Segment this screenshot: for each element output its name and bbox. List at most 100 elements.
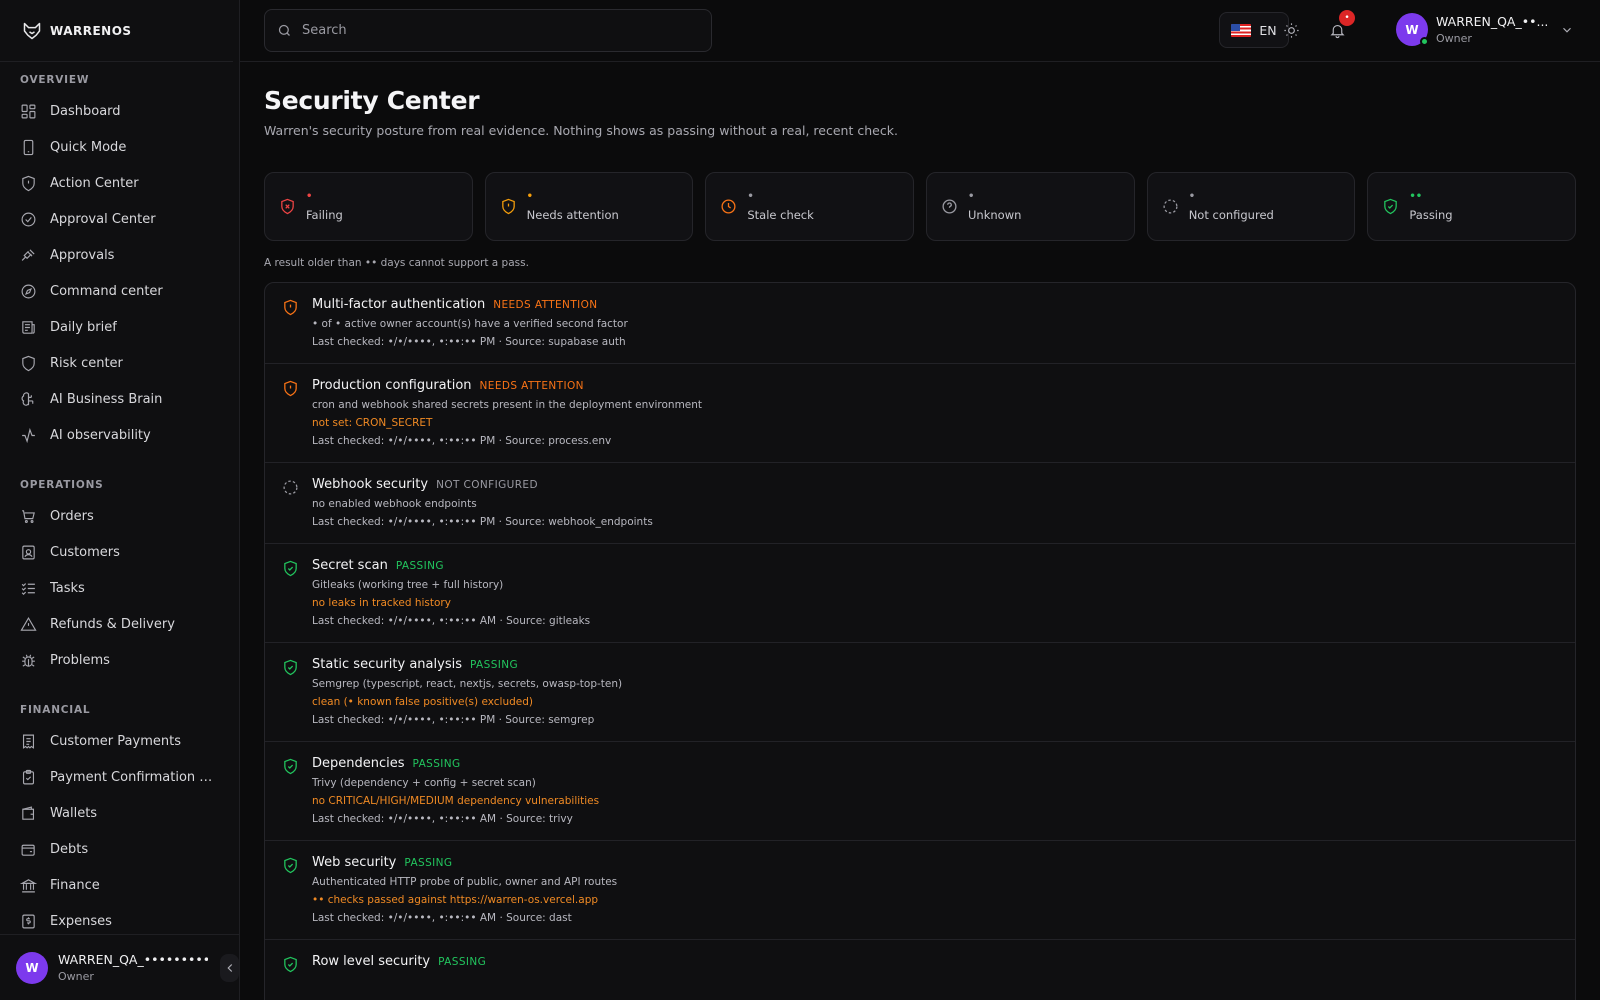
online-status-dot (1420, 37, 1429, 46)
cart-icon (22, 509, 35, 523)
top-bar: EN • W WARREN_QA_••... Owner (240, 0, 1600, 62)
stat-value: •• (1409, 191, 1423, 202)
check-meta: Last checked: •/•/••••, •:••:•• PM · Sou… (312, 516, 653, 528)
brain-icon (21, 391, 34, 406)
sidebar-item-risk-center[interactable]: Risk center (0, 345, 239, 381)
check-meta: Last checked: •/•/••••, •:••:•• AM · Sou… (312, 615, 591, 627)
stat-label: Not configured (1188, 208, 1274, 222)
check-title: Webhook security (312, 477, 429, 492)
shield-alert-icon (284, 299, 297, 316)
brand[interactable]: WARRENOS (0, 0, 233, 62)
search-input[interactable] (302, 23, 682, 38)
check-row[interactable]: Production configuration NEEDS ATTENTION… (265, 364, 1575, 463)
user-role: Owner (1436, 32, 1472, 45)
shield-check-icon (284, 758, 297, 775)
sidebar-item-payment-confirmation[interactable]: Payment Confirmation Re... (0, 759, 239, 795)
sidebar-item-debts[interactable]: Debts (0, 831, 239, 867)
sidebar: WARRENOS OVERVIEW Dashboard Quick Mode A… (0, 0, 240, 1000)
shield-icon (22, 175, 35, 191)
nav-section-title: OVERVIEW (20, 74, 90, 86)
stat-unknown[interactable]: • Unknown (926, 172, 1135, 241)
check-warning: no leaks in tracked history (312, 597, 451, 609)
check-row[interactable]: Webhook security NOT CONFIGURED no enabl… (265, 463, 1575, 544)
sidebar-item-daily-brief[interactable]: Daily brief (0, 309, 239, 345)
sidebar-item-refunds-delivery[interactable]: Refunds & Delivery (0, 606, 239, 642)
sidebar-item-tasks[interactable]: Tasks (0, 570, 239, 606)
status-summary: • Failing • Needs attention • Stale chec… (264, 172, 1576, 241)
sidebar-item-label: Orders (50, 508, 94, 524)
sidebar-item-wallets[interactable]: Wallets (0, 795, 239, 831)
check-detail: Authenticated HTTP probe of public, owne… (312, 876, 618, 888)
check-detail: no enabled webhook endpoints (312, 498, 477, 510)
check-row[interactable]: Secret scan PASSING Gitleaks (working tr… (265, 544, 1575, 643)
security-checks-list: Multi-factor authentication NEEDS ATTENT… (264, 282, 1576, 1000)
gavel-icon (21, 248, 35, 261)
sidebar-item-label: Refunds & Delivery (50, 616, 175, 632)
sidebar-item-label: Customers (50, 544, 120, 560)
collapse-sidebar-button[interactable] (220, 953, 239, 982)
avatar: W (16, 951, 48, 984)
us-flag-icon (1231, 23, 1252, 37)
language-code: EN (1259, 22, 1277, 38)
check-title: Row level security (312, 954, 431, 969)
stat-needs-attention[interactable]: • Needs attention (484, 172, 694, 241)
sidebar-item-command-center[interactable]: Command center (0, 273, 239, 309)
wolf-logo-icon (23, 22, 41, 39)
smartphone-icon (23, 139, 34, 155)
sidebar-item-label: Expenses (50, 913, 112, 929)
sidebar-item-problems[interactable]: Problems (0, 642, 239, 678)
stat-stale-check[interactable]: • Stale check (705, 172, 915, 241)
shield-alert-icon (501, 198, 515, 215)
sidebar-item-action-center[interactable]: Action Center (0, 165, 239, 201)
sidebar-item-orders[interactable]: Orders (0, 498, 239, 534)
sidebar-item-ai-business-brain[interactable]: AI Business Brain (0, 381, 239, 417)
shield-check-icon (284, 857, 297, 874)
check-row[interactable]: Multi-factor authentication NEEDS ATTENT… (265, 283, 1575, 364)
stat-value: • (526, 191, 534, 202)
contact-icon (22, 545, 35, 559)
stat-failing[interactable]: • Failing (264, 172, 473, 241)
search-box[interactable] (264, 9, 712, 52)
receipt-icon (22, 734, 35, 749)
sidebar-item-expenses[interactable]: Expenses (0, 903, 239, 934)
sidebar-user[interactable]: W WARREN_QA_••••••••• Owner (0, 934, 239, 1000)
sidebar-item-customers[interactable]: Customers (0, 534, 239, 570)
dollar-receipt-icon (22, 914, 35, 928)
status-badge: PASSING (404, 857, 453, 869)
notifications-button[interactable]: • (1323, 10, 1355, 44)
status-badge: NEEDS ATTENTION (493, 299, 598, 311)
sidebar-item-label: Risk center (50, 355, 123, 371)
wallet-minus-icon (21, 844, 35, 856)
check-title: Multi-factor authentication (312, 297, 486, 312)
sidebar-item-label: Approval Center (50, 211, 156, 227)
sidebar-item-approvals[interactable]: Approvals (0, 237, 239, 273)
check-detail: Trivy (dependency + config + secret scan… (312, 777, 536, 789)
check-row[interactable]: Web security PASSING Authenticated HTTP … (265, 841, 1575, 940)
check-title: Static security analysis (312, 657, 462, 672)
sidebar-item-ai-observability[interactable]: AI observability (0, 417, 239, 453)
check-meta: Last checked: •/•/••••, •:••:•• PM · Sou… (312, 714, 595, 726)
shield-check-icon (1384, 198, 1398, 215)
check-row[interactable]: Dependencies PASSING Trivy (dependency +… (265, 742, 1575, 841)
check-row[interactable]: Static security analysis PASSING Semgrep… (265, 643, 1575, 742)
theme-toggle-button[interactable] (1277, 16, 1305, 44)
sidebar-item-customer-payments[interactable]: Customer Payments (0, 723, 239, 759)
check-title: Production configuration (312, 378, 472, 393)
stat-not-configured[interactable]: • Not configured (1146, 172, 1356, 241)
check-detail: • of • active owner account(s) have a ve… (312, 318, 628, 330)
stat-value: • (747, 191, 754, 202)
check-row[interactable]: Row level security PASSING (265, 940, 1575, 1000)
stat-passing[interactable]: •• Passing (1367, 172, 1576, 241)
sidebar-item-finance[interactable]: Finance (0, 867, 239, 903)
user-menu[interactable]: W WARREN_QA_••... Owner (1396, 13, 1574, 46)
sidebar-item-label: Dashboard (50, 103, 121, 119)
sidebar-item-approval-center[interactable]: Approval Center (0, 201, 239, 237)
sidebar-item-quick-mode[interactable]: Quick Mode (0, 129, 239, 165)
nav-section-title: OPERATIONS (20, 479, 104, 491)
sidebar-item-dashboard[interactable]: Dashboard (0, 93, 239, 129)
help-circle-icon (942, 199, 957, 214)
sidebar-item-label: Finance (50, 877, 100, 893)
shield-check-icon (284, 560, 297, 577)
nav-section-title: FINANCIAL (20, 704, 91, 716)
sidebar-item-label: Debts (50, 841, 89, 857)
